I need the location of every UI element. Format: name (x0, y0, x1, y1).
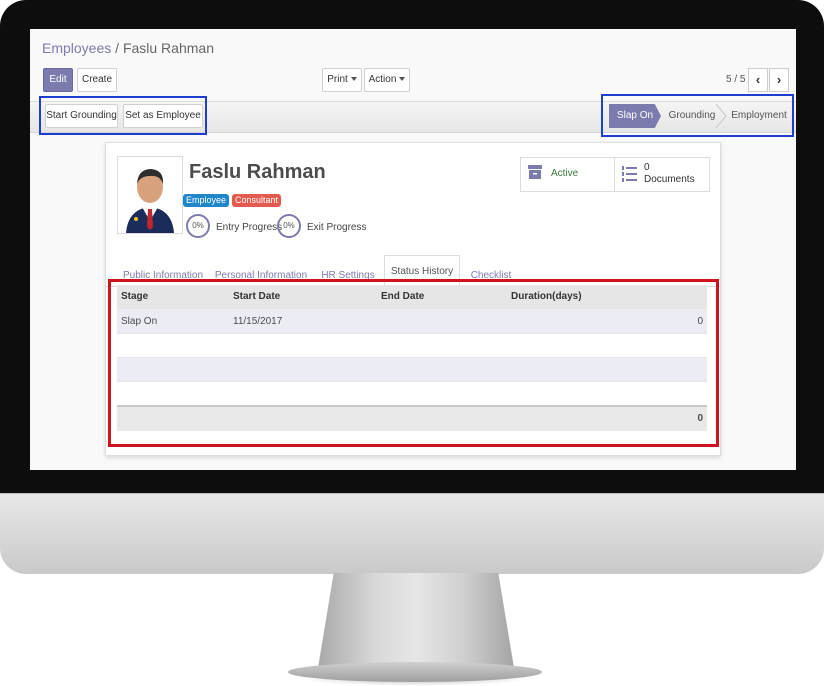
exit-progress-label: Exit Progress (307, 222, 367, 233)
smart-buttons: Active 0 Documents (520, 157, 710, 192)
highlight-stage-bar (601, 94, 794, 137)
pager-previous-button[interactable]: ‹ (748, 68, 768, 92)
tag-consultant[interactable]: Consultant (232, 194, 282, 207)
documents-label: Documents (644, 174, 695, 185)
action-label: Action (368, 74, 397, 85)
archive-icon (528, 165, 542, 179)
monitor-stand-base (288, 662, 542, 682)
tag-employee[interactable]: Employee (183, 194, 230, 207)
print-label: Print (327, 74, 348, 85)
entry-progress-label: Entry Progress (216, 222, 283, 233)
caret-down-icon (399, 77, 406, 82)
documents-count: 0 (644, 162, 650, 173)
highlight-status-history-table (108, 279, 719, 447)
breadcrumb-current: Faslu Rahman (122, 40, 214, 56)
highlight-header-buttons (39, 96, 207, 135)
caret-down-icon (350, 77, 357, 82)
list-ol-icon (622, 166, 637, 182)
active-toggle-button[interactable]: Active (521, 158, 615, 191)
employee-avatar-icon (126, 169, 174, 233)
employee-name: Faslu Rahman (189, 161, 326, 183)
edit-button[interactable]: Edit (43, 68, 73, 92)
pager-value: 5 / 5 (726, 74, 746, 85)
avatar[interactable] (117, 156, 183, 234)
entry-progress-circle: 0% (186, 214, 210, 238)
breadcrumb-employees-link[interactable]: Employees (42, 40, 111, 56)
pager-next-button[interactable]: › (769, 68, 789, 92)
create-button[interactable]: Create (77, 68, 117, 92)
active-label: Active (551, 168, 579, 179)
breadcrumb-separator: / (115, 40, 120, 56)
exit-progress-circle: 0% (277, 214, 301, 238)
breadcrumb: Employees / Faslu Rahman (42, 40, 214, 56)
monitor-chin (0, 493, 824, 574)
documents-button[interactable]: 0 Documents (615, 158, 709, 191)
print-dropdown[interactable]: Print (322, 68, 362, 92)
action-dropdown[interactable]: Action (364, 68, 410, 92)
monitor-stand (318, 573, 514, 668)
